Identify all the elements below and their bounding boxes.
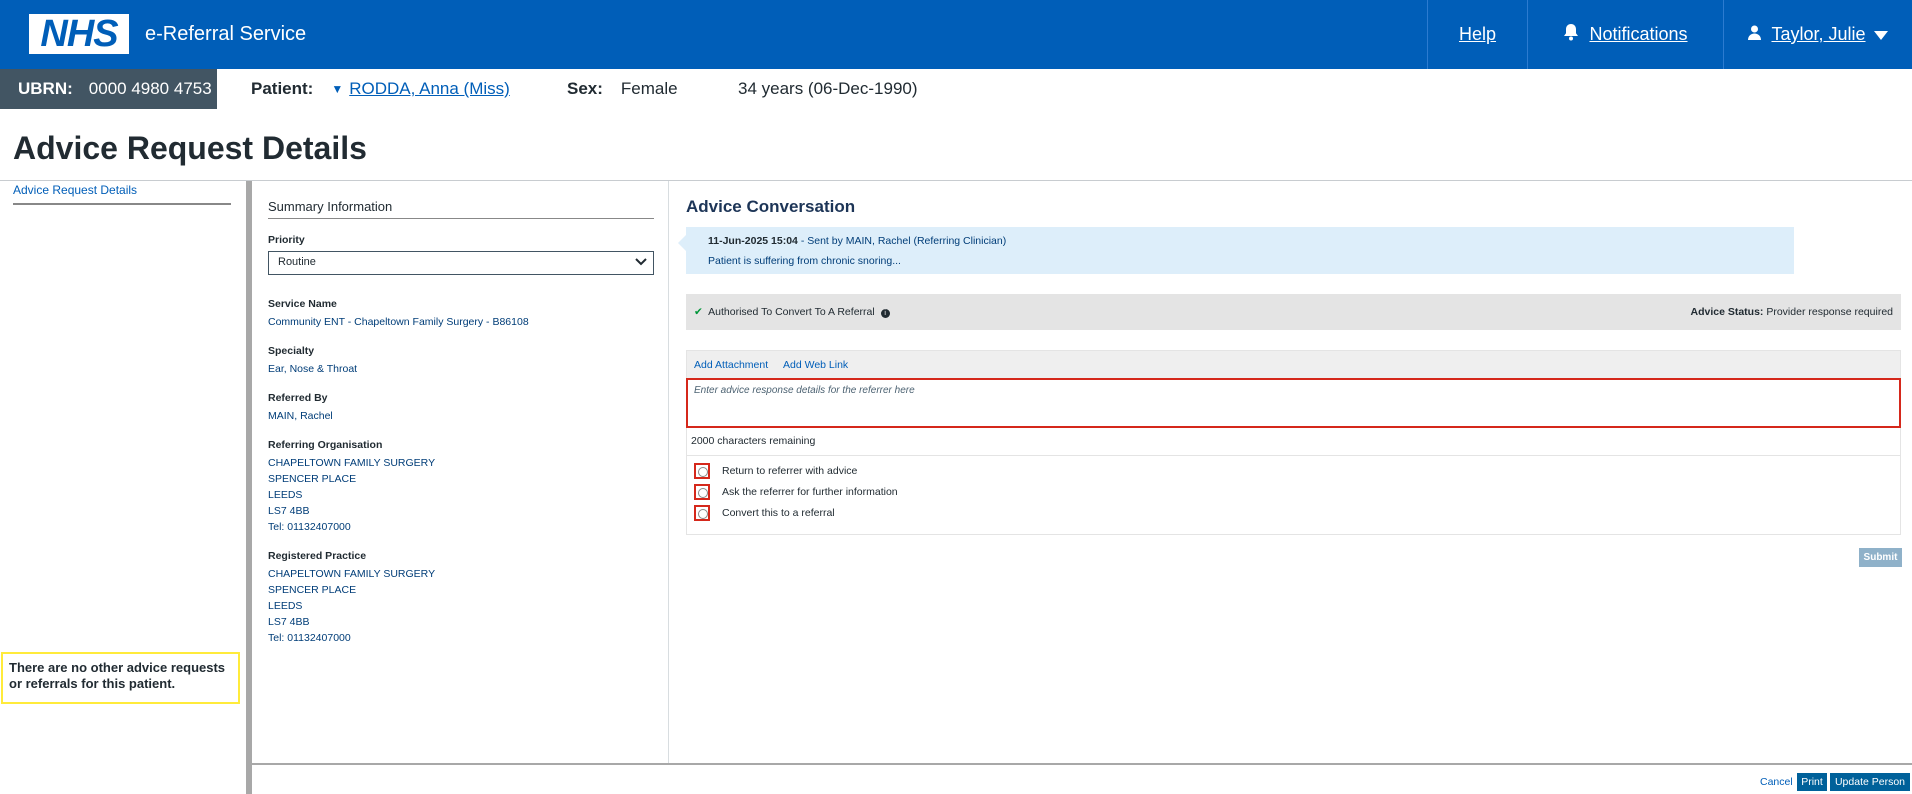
radio-button[interactable] (694, 505, 710, 521)
option-convert-to-referral[interactable]: Convert this to a referral (694, 505, 835, 521)
authorised-text: Authorised To Convert To A Referral (708, 306, 875, 318)
address-line: LS7 4BB (268, 616, 310, 628)
address-line: Tel: 01132407000 (268, 632, 351, 644)
print-button[interactable]: Print (1797, 773, 1827, 791)
option-return-to-referrer[interactable]: Return to referrer with advice (694, 463, 857, 479)
referred-by-value: MAIN, Rachel (268, 410, 333, 422)
update-person-button[interactable]: Update Person (1830, 773, 1910, 791)
left-nav-advice-request-details[interactable]: Advice Request Details (13, 183, 137, 197)
address-line: LEEDS (268, 600, 303, 612)
add-web-link[interactable]: Add Web Link (783, 359, 848, 371)
radio-button[interactable] (694, 484, 710, 500)
patient-name-link[interactable]: RODDA, Anna (Miss) (349, 79, 510, 99)
specialty-value: Ear, Nose & Throat (268, 363, 358, 375)
patient-label: Patient: (251, 79, 314, 98)
service-name-value: Community ENT - Chapeltown Family Surger… (268, 316, 529, 328)
advice-response-input[interactable]: Enter advice response details for the re… (686, 378, 1901, 428)
message-header: 11-Jun-2025 15:04 - Sent by MAIN, Rachel… (708, 235, 1006, 247)
summary-heading: Summary Information (268, 199, 393, 214)
priority-select[interactable]: Routine (268, 251, 654, 275)
message-sender: - Sent by MAIN, Rachel (Referring Clinic… (797, 235, 1007, 247)
message-body: Patient is suffering from chronic snorin… (708, 255, 901, 267)
authorised-status: ✔ Authorised To Convert To A Referral i (694, 306, 890, 318)
notifications-label: Notifications (1589, 24, 1688, 44)
bell-icon (1563, 23, 1579, 46)
cancel-link[interactable]: Cancel (1760, 776, 1793, 788)
radio-button[interactable] (694, 463, 710, 479)
service-name: e-Referral Service (145, 23, 307, 45)
check-icon: ✔ (694, 306, 703, 318)
service-name-label: Service Name (268, 298, 337, 310)
address-line: SPENCER PLACE (268, 473, 357, 485)
option-label: Return to referrer with advice (722, 465, 858, 477)
sex-label: Sex: (567, 79, 603, 98)
patient-info: Patient: ▼ RODDA, Anna (Miss) (251, 69, 510, 109)
address-line: Tel: 01132407000 (268, 521, 351, 533)
response-composer: Add Attachment Add Web Link Enter advice… (686, 350, 1901, 535)
composer-toolbar: Add Attachment Add Web Link (687, 351, 1900, 378)
address-line: LS7 4BB (268, 505, 310, 517)
chevron-down-icon (1873, 24, 1888, 45)
ubrn-badge: UBRN: 0000 4980 4753 (0, 69, 217, 109)
option-ask-further-information[interactable]: Ask the referrer for further information (694, 484, 898, 500)
sex-info: Sex: Female (567, 69, 678, 109)
submit-button[interactable]: Submit (1859, 548, 1902, 567)
referring-org-label: Referring Organisation (268, 439, 383, 451)
message-bubble: 11-Jun-2025 15:04 - Sent by MAIN, Rachel… (678, 227, 1794, 274)
add-attachment-link[interactable]: Add Attachment (694, 359, 768, 371)
advice-conversation-title: Advice Conversation (686, 197, 856, 216)
user-name: Taylor, Julie (1771, 24, 1866, 44)
no-other-requests-note: There are no other advice requests or re… (1, 652, 240, 704)
age-dob: 34 years (06-Dec-1990) (738, 79, 918, 98)
address-line: LEEDS (268, 489, 303, 501)
user-icon (1748, 24, 1762, 45)
nhs-logo: NHS (29, 14, 129, 54)
info-icon[interactable]: i (880, 309, 890, 318)
priority-value: Routine (278, 256, 316, 268)
divider (268, 218, 654, 219)
referred-by-label: Referred By (268, 392, 328, 404)
characters-remaining: 2000 characters remaining (691, 435, 816, 447)
ubrn-value: 0000 4980 4753 (88, 79, 212, 98)
advice-status-value: Provider response required (1766, 306, 1893, 318)
advice-status-label: Advice Status: (1690, 306, 1764, 318)
help-link[interactable]: Help (1427, 0, 1527, 69)
message-datetime: 11-Jun-2025 15:04 (708, 235, 798, 247)
registered-practice-label: Registered Practice (268, 550, 367, 562)
authorisation-bar: ✔ Authorised To Convert To A Referral i … (686, 294, 1901, 330)
ubrn-label: UBRN: (18, 79, 73, 98)
address-line: SPENCER PLACE (268, 584, 357, 596)
option-label: Ask the referrer for further information (722, 486, 898, 498)
summary-panel: Summary Information Priority Routine Ser… (252, 181, 669, 764)
divider (13, 203, 231, 205)
help-label: Help (1458, 24, 1497, 44)
advice-status: Advice Status: Provider response require… (1690, 306, 1893, 318)
address-line: CHAPELTOWN FAMILY SURGERY (268, 457, 436, 469)
sex-value: Female (620, 79, 678, 98)
referring-org-address: CHAPELTOWN FAMILY SURGERY SPENCER PLACE … (268, 455, 435, 535)
option-label: Convert this to a referral (722, 507, 835, 519)
divider (687, 455, 1900, 456)
notifications-link[interactable]: Notifications (1527, 0, 1723, 69)
priority-label: Priority (268, 234, 305, 246)
chevron-down-icon (635, 255, 647, 267)
caret-down-icon[interactable]: ▼ (331, 82, 343, 96)
top-header: NHS e-Referral Service Help Notification… (0, 0, 1912, 69)
user-menu[interactable]: Taylor, Julie (1723, 0, 1912, 69)
address-line: CHAPELTOWN FAMILY SURGERY (268, 568, 436, 580)
specialty-label: Specialty (268, 345, 315, 357)
registered-practice-address: CHAPELTOWN FAMILY SURGERY SPENCER PLACE … (268, 566, 435, 646)
divider (252, 763, 1912, 765)
page-title: Advice Request Details (13, 130, 367, 166)
